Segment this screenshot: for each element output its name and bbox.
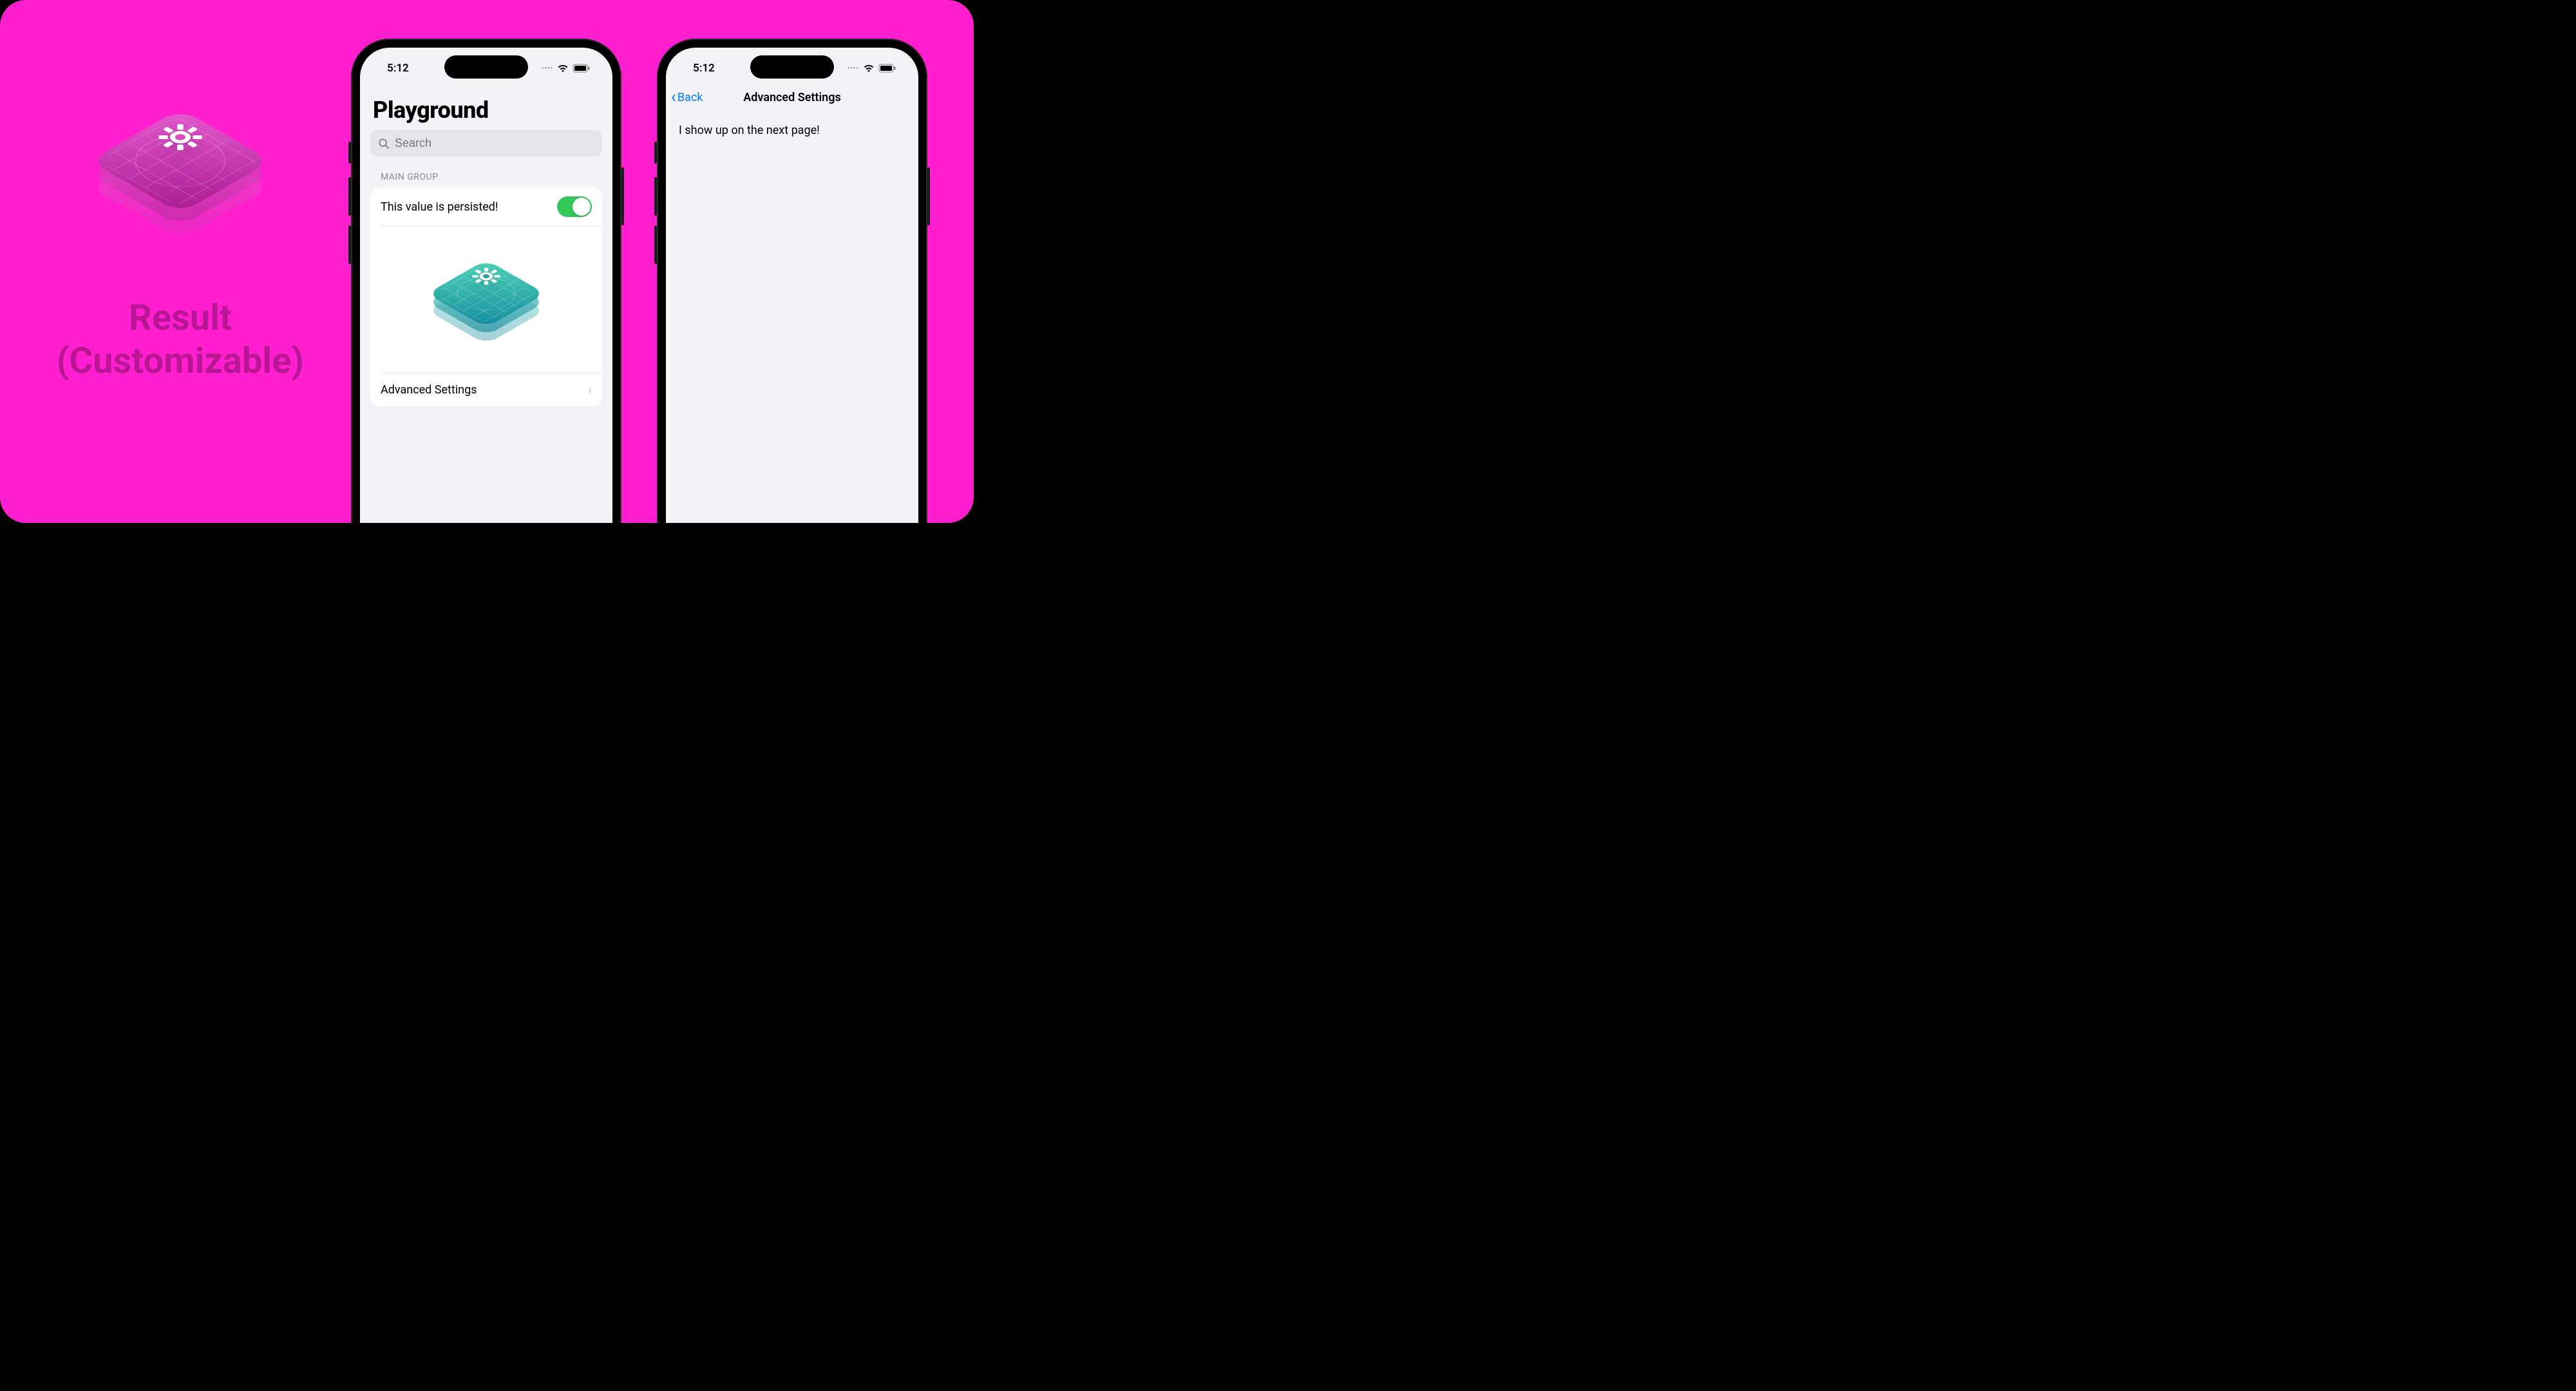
search-field[interactable] bbox=[370, 130, 602, 156]
wifi-icon bbox=[863, 64, 875, 73]
detail-body-text: I show up on the next page! bbox=[666, 112, 918, 149]
status-time: 5:12 bbox=[379, 62, 409, 75]
nav-bar: ‹ Back Advanced Settings bbox=[666, 82, 918, 112]
promo-block: Result (Customizable) bbox=[39, 77, 322, 383]
toggle-row: This value is persisted! bbox=[370, 187, 602, 226]
chevron-right-icon: › bbox=[588, 382, 592, 397]
chevron-left-icon: ‹ bbox=[671, 89, 676, 106]
advanced-settings-row[interactable]: Advanced Settings › bbox=[370, 373, 602, 406]
wifi-icon bbox=[557, 64, 569, 73]
advanced-settings-label: Advanced Settings bbox=[381, 383, 588, 397]
app-icon-teal bbox=[422, 240, 551, 355]
back-button[interactable]: ‹ Back bbox=[671, 89, 703, 106]
battery-icon bbox=[573, 64, 591, 73]
settings-card: This value is persisted! bbox=[370, 187, 602, 406]
image-row bbox=[370, 227, 602, 372]
promo-text: Result (Customizable) bbox=[57, 296, 304, 383]
gear-icon bbox=[461, 260, 511, 293]
page-title: Playground bbox=[373, 97, 600, 124]
phone-mockup-detail: 5:12 •••• ‹ Back Advanced Settings I sho… bbox=[657, 39, 927, 523]
search-input[interactable] bbox=[395, 137, 594, 150]
gear-icon bbox=[142, 111, 219, 163]
status-time: 5:12 bbox=[685, 62, 715, 75]
nav-title: Advanced Settings bbox=[743, 91, 840, 104]
battery-icon bbox=[878, 64, 896, 73]
app-icon-pink bbox=[84, 77, 277, 258]
cellular-dots-icon: •••• bbox=[848, 65, 859, 72]
back-label: Back bbox=[677, 91, 703, 104]
search-icon bbox=[378, 138, 390, 149]
dynamic-island bbox=[444, 55, 528, 79]
promo-line1: Result bbox=[57, 296, 304, 339]
promo-line2: (Customizable) bbox=[57, 339, 304, 383]
toggle-label: This value is persisted! bbox=[381, 200, 557, 214]
persist-toggle[interactable] bbox=[557, 196, 592, 217]
section-header: MAIN GROUP bbox=[381, 172, 592, 182]
phone-mockup-main: 5:12 •••• Playground MAIN GROUP This val… bbox=[351, 39, 621, 523]
dynamic-island bbox=[750, 55, 834, 79]
cellular-dots-icon: •••• bbox=[542, 65, 553, 72]
promo-canvas: Result (Customizable) 5:12 •••• Playgrou… bbox=[0, 0, 974, 523]
